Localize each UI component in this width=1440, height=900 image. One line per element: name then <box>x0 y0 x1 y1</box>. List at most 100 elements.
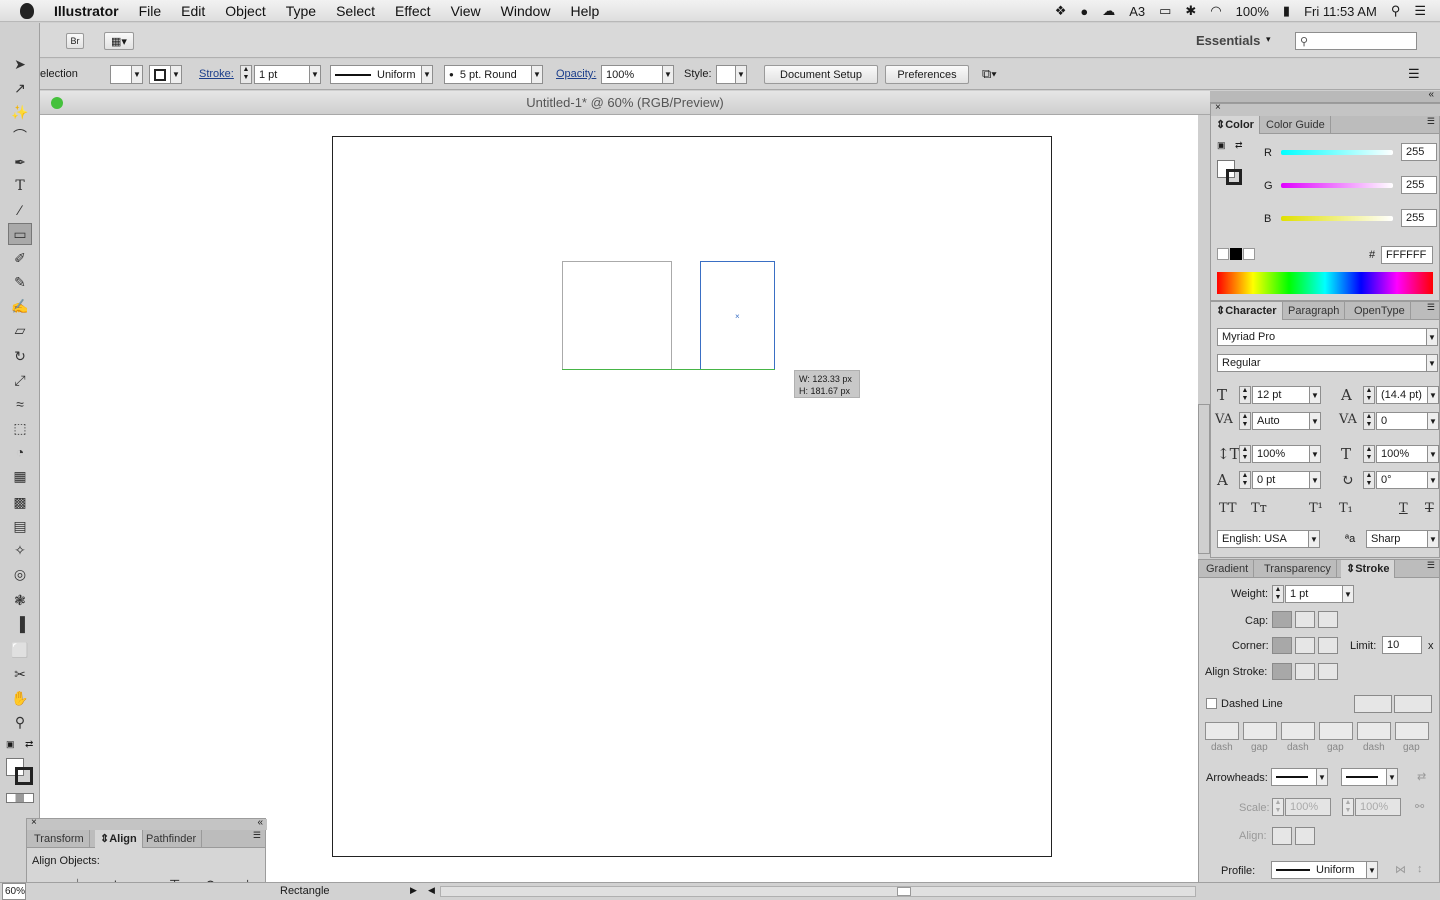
g-field[interactable]: 255 <box>1401 176 1437 194</box>
notification-center-icon[interactable]: ☰ <box>1414 3 1426 19</box>
preferences-button[interactable]: Preferences <box>885 65 969 84</box>
arrange-icon[interactable]: ⧉▾ <box>982 66 997 82</box>
swap-colors-icon[interactable]: ⇄ <box>1235 140 1243 151</box>
arrow-tip-at-end-icon[interactable] <box>1295 827 1315 845</box>
stroke-weight-stepper[interactable]: ▲ ▼ <box>240 65 252 84</box>
menu-window[interactable]: Window <box>491 3 561 19</box>
menu-help[interactable]: Help <box>560 3 609 19</box>
b-field[interactable]: 255 <box>1401 209 1437 227</box>
opacity-label[interactable]: Opacity: <box>556 68 596 80</box>
horizontal-scale-dropdown-icon[interactable]: ▼ <box>1427 445 1439 463</box>
arrange-documents-icon[interactable]: ▦▾ <box>104 32 134 50</box>
round-join-icon[interactable] <box>1295 637 1315 654</box>
tracking-field[interactable]: 0 <box>1376 412 1428 430</box>
stroke-swatch-dropdown-icon[interactable]: ▼ <box>170 65 182 84</box>
black-swatch[interactable] <box>1230 248 1242 260</box>
default-colors-icon[interactable]: ▣ <box>1217 140 1226 151</box>
character-panel-menu-icon[interactable]: ☰ <box>1427 302 1435 313</box>
control-panel-menu-icon[interactable]: ☰ <box>1408 66 1420 82</box>
stroke-weight-field[interactable]: 1 pt <box>254 65 310 84</box>
width-tool-icon[interactable]: ≈ <box>8 393 32 415</box>
subscript-icon[interactable]: T₁ <box>1339 501 1353 516</box>
language-field[interactable]: English: USA <box>1217 530 1309 548</box>
gap-field-2[interactable] <box>1319 722 1353 740</box>
color-spectrum[interactable] <box>1217 272 1433 294</box>
lasso-tool-icon[interactable]: ⌒ <box>8 125 32 147</box>
scale-start-stepper[interactable]: ▲ ▼ <box>1272 798 1284 816</box>
weight-field[interactable]: 1 pt <box>1285 585 1343 603</box>
profile-dropdown-icon[interactable]: ▼ <box>421 65 433 84</box>
stroke-swatch[interactable] <box>149 65 171 84</box>
status-menu-arrow-icon[interactable]: ▶ <box>410 885 417 896</box>
perspective-grid-tool-icon[interactable]: ▦ <box>8 465 32 487</box>
blend-tool-icon[interactable]: ◎ <box>8 563 32 585</box>
vertical-scale-dropdown-icon[interactable]: ▼ <box>1309 445 1321 463</box>
zoom-tool-icon[interactable]: ⚲ <box>8 711 32 733</box>
none-swatch[interactable] <box>1217 248 1229 260</box>
r-slider[interactable] <box>1281 150 1393 155</box>
flip-across-icon[interactable]: ↕ <box>1417 863 1423 875</box>
rotation-dropdown-icon[interactable]: ▼ <box>1427 471 1439 489</box>
collapse-align-panel-icon[interactable]: « <box>257 817 263 828</box>
start-arrowhead-field[interactable] <box>1271 768 1317 786</box>
gap-field-1[interactable] <box>1243 722 1277 740</box>
symbol-sprayer-tool-icon[interactable]: ❃ <box>8 589 32 611</box>
workspace-dropdown-icon[interactable]: ▾ <box>1266 34 1271 45</box>
rectangle-shape[interactable] <box>562 261 672 370</box>
kerning-dropdown-icon[interactable]: ▼ <box>1309 412 1321 430</box>
limit-field[interactable]: 10 <box>1382 636 1422 654</box>
close-panel-icon[interactable]: × <box>1215 102 1221 113</box>
projecting-cap-icon[interactable] <box>1318 611 1338 628</box>
gap-field-3[interactable] <box>1395 722 1429 740</box>
tab-opentype[interactable]: OpenType <box>1349 302 1411 320</box>
tracking-dropdown-icon[interactable]: ▼ <box>1427 412 1439 430</box>
align-outside-stroke-icon[interactable] <box>1318 663 1338 680</box>
small-caps-icon[interactable]: Tт <box>1251 501 1267 516</box>
strikethrough-icon[interactable]: T <box>1425 501 1434 516</box>
color-mode-icon[interactable] <box>6 793 34 803</box>
b-slider[interactable] <box>1281 216 1393 221</box>
apple-menu-icon[interactable] <box>20 2 34 19</box>
paintbrush-tool-icon[interactable]: ✐ <box>8 247 32 269</box>
tab-color[interactable]: ⇕Color <box>1211 116 1260 134</box>
tab-character[interactable]: ⇕Character <box>1211 302 1283 320</box>
font-size-dropdown-icon[interactable]: ▼ <box>1309 386 1321 404</box>
eraser-tool-icon[interactable]: ▱ <box>8 319 32 341</box>
underline-icon[interactable]: T <box>1399 501 1408 516</box>
stroke-weight-dropdown-icon[interactable]: ▼ <box>309 65 321 84</box>
eyedropper-tool-icon[interactable]: ✧ <box>8 539 32 561</box>
baseline-shift-dropdown-icon[interactable]: ▼ <box>1309 471 1321 489</box>
flip-along-icon[interactable]: ⋈ <box>1395 863 1406 876</box>
kerning-stepper[interactable]: ▲ ▼ <box>1239 412 1251 430</box>
leading-field[interactable]: (14.4 pt) <box>1376 386 1428 404</box>
hand-tool-icon[interactable]: ✋ <box>8 687 32 709</box>
airplay-icon[interactable]: ▭ <box>1159 3 1171 19</box>
stroke-profile-field[interactable]: Uniform <box>1271 861 1367 879</box>
stroke-color-preview[interactable] <box>1226 169 1242 185</box>
free-transform-tool-icon[interactable]: ⬚ <box>8 417 32 439</box>
blob-brush-tool-icon[interactable]: ✍ <box>8 295 32 317</box>
artboard[interactable] <box>332 136 1052 857</box>
search-help-field[interactable]: ⚲ <box>1295 32 1417 50</box>
menu-view[interactable]: View <box>441 3 491 19</box>
mesh-tool-icon[interactable]: ▩ <box>8 491 32 513</box>
arrow-tip-beyond-icon[interactable] <box>1272 827 1292 845</box>
pencil-tool-icon[interactable]: ✎ <box>8 271 32 293</box>
font-style-field[interactable]: Regular <box>1217 354 1427 372</box>
scale-tool-icon[interactable]: ⤢ <box>8 369 32 391</box>
leading-stepper[interactable]: ▲ ▼ <box>1363 386 1375 404</box>
scale-start-field[interactable]: 100% <box>1285 798 1331 816</box>
superscript-icon[interactable]: T¹ <box>1309 501 1323 516</box>
dash-field-3[interactable] <box>1357 722 1391 740</box>
tab-transform[interactable]: Transform <box>29 830 90 848</box>
dropbox-icon[interactable]: ❖ <box>1055 3 1067 19</box>
graphic-style-swatch[interactable] <box>716 65 736 84</box>
creative-cloud-icon[interactable]: ☁ <box>1102 3 1115 19</box>
pen-tool-icon[interactable]: ✒ <box>8 151 32 173</box>
link-scale-icon[interactable]: ⚯ <box>1415 800 1424 813</box>
align-dash-corners-icon[interactable] <box>1394 695 1432 713</box>
collapsed-swatches-panel[interactable] <box>1198 404 1210 554</box>
tab-pathfinder[interactable]: Pathfinder <box>141 830 203 848</box>
tab-transparency[interactable]: Transparency <box>1259 560 1337 578</box>
antialias-dropdown-icon[interactable]: ▼ <box>1427 530 1439 548</box>
